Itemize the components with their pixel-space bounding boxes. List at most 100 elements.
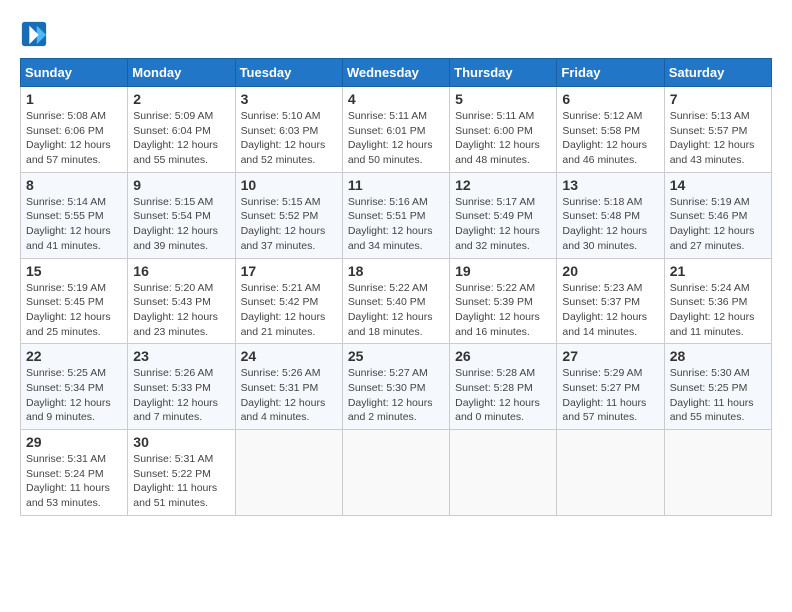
- day-info: Sunrise: 5:21 AMSunset: 5:42 PMDaylight:…: [241, 281, 337, 340]
- calendar-cell: 26 Sunrise: 5:28 AMSunset: 5:28 PMDaylig…: [450, 344, 557, 430]
- calendar-cell: 12 Sunrise: 5:17 AMSunset: 5:49 PMDaylig…: [450, 172, 557, 258]
- day-number: 15: [26, 263, 122, 279]
- page-header: [20, 20, 772, 48]
- calendar-cell: 29 Sunrise: 5:31 AMSunset: 5:24 PMDaylig…: [21, 430, 128, 516]
- day-info: Sunrise: 5:29 AMSunset: 5:27 PMDaylight:…: [562, 366, 658, 425]
- day-number: 26: [455, 348, 551, 364]
- day-info: Sunrise: 5:28 AMSunset: 5:28 PMDaylight:…: [455, 366, 551, 425]
- day-number: 4: [348, 91, 444, 107]
- calendar-cell: 30 Sunrise: 5:31 AMSunset: 5:22 PMDaylig…: [128, 430, 235, 516]
- day-number: 11: [348, 177, 444, 193]
- calendar-cell: 7 Sunrise: 5:13 AMSunset: 5:57 PMDayligh…: [664, 87, 771, 173]
- day-number: 3: [241, 91, 337, 107]
- weekday-header-friday: Friday: [557, 59, 664, 87]
- day-number: 2: [133, 91, 229, 107]
- logo-icon: [20, 20, 48, 48]
- day-number: 29: [26, 434, 122, 450]
- day-info: Sunrise: 5:26 AMSunset: 5:31 PMDaylight:…: [241, 366, 337, 425]
- calendar-cell: 19 Sunrise: 5:22 AMSunset: 5:39 PMDaylig…: [450, 258, 557, 344]
- calendar-cell: 4 Sunrise: 5:11 AMSunset: 6:01 PMDayligh…: [342, 87, 449, 173]
- calendar-cell: 6 Sunrise: 5:12 AMSunset: 5:58 PMDayligh…: [557, 87, 664, 173]
- day-number: 1: [26, 91, 122, 107]
- day-info: Sunrise: 5:09 AMSunset: 6:04 PMDaylight:…: [133, 109, 229, 168]
- calendar-cell: [450, 430, 557, 516]
- day-info: Sunrise: 5:26 AMSunset: 5:33 PMDaylight:…: [133, 366, 229, 425]
- day-info: Sunrise: 5:12 AMSunset: 5:58 PMDaylight:…: [562, 109, 658, 168]
- day-info: Sunrise: 5:18 AMSunset: 5:48 PMDaylight:…: [562, 195, 658, 254]
- day-number: 10: [241, 177, 337, 193]
- day-number: 5: [455, 91, 551, 107]
- calendar-cell: 25 Sunrise: 5:27 AMSunset: 5:30 PMDaylig…: [342, 344, 449, 430]
- calendar-cell: [557, 430, 664, 516]
- calendar-cell: 21 Sunrise: 5:24 AMSunset: 5:36 PMDaylig…: [664, 258, 771, 344]
- day-info: Sunrise: 5:17 AMSunset: 5:49 PMDaylight:…: [455, 195, 551, 254]
- calendar-cell: 10 Sunrise: 5:15 AMSunset: 5:52 PMDaylig…: [235, 172, 342, 258]
- calendar-cell: 22 Sunrise: 5:25 AMSunset: 5:34 PMDaylig…: [21, 344, 128, 430]
- calendar-cell: [342, 430, 449, 516]
- calendar-cell: 24 Sunrise: 5:26 AMSunset: 5:31 PMDaylig…: [235, 344, 342, 430]
- day-info: Sunrise: 5:20 AMSunset: 5:43 PMDaylight:…: [133, 281, 229, 340]
- weekday-header-tuesday: Tuesday: [235, 59, 342, 87]
- calendar-cell: 1 Sunrise: 5:08 AMSunset: 6:06 PMDayligh…: [21, 87, 128, 173]
- weekday-header-sunday: Sunday: [21, 59, 128, 87]
- calendar-cell: 27 Sunrise: 5:29 AMSunset: 5:27 PMDaylig…: [557, 344, 664, 430]
- day-info: Sunrise: 5:31 AMSunset: 5:22 PMDaylight:…: [133, 452, 229, 511]
- calendar-cell: 13 Sunrise: 5:18 AMSunset: 5:48 PMDaylig…: [557, 172, 664, 258]
- day-info: Sunrise: 5:13 AMSunset: 5:57 PMDaylight:…: [670, 109, 766, 168]
- weekday-header-wednesday: Wednesday: [342, 59, 449, 87]
- day-number: 12: [455, 177, 551, 193]
- day-info: Sunrise: 5:11 AMSunset: 6:00 PMDaylight:…: [455, 109, 551, 168]
- calendar-table: SundayMondayTuesdayWednesdayThursdayFrid…: [20, 58, 772, 516]
- calendar-cell: 15 Sunrise: 5:19 AMSunset: 5:45 PMDaylig…: [21, 258, 128, 344]
- day-info: Sunrise: 5:15 AMSunset: 5:54 PMDaylight:…: [133, 195, 229, 254]
- day-number: 14: [670, 177, 766, 193]
- calendar-week-5: 29 Sunrise: 5:31 AMSunset: 5:24 PMDaylig…: [21, 430, 772, 516]
- weekday-header-saturday: Saturday: [664, 59, 771, 87]
- day-info: Sunrise: 5:08 AMSunset: 6:06 PMDaylight:…: [26, 109, 122, 168]
- calendar-week-1: 1 Sunrise: 5:08 AMSunset: 6:06 PMDayligh…: [21, 87, 772, 173]
- day-number: 21: [670, 263, 766, 279]
- day-info: Sunrise: 5:22 AMSunset: 5:39 PMDaylight:…: [455, 281, 551, 340]
- day-number: 27: [562, 348, 658, 364]
- calendar-cell: 14 Sunrise: 5:19 AMSunset: 5:46 PMDaylig…: [664, 172, 771, 258]
- day-number: 7: [670, 91, 766, 107]
- day-info: Sunrise: 5:30 AMSunset: 5:25 PMDaylight:…: [670, 366, 766, 425]
- day-number: 20: [562, 263, 658, 279]
- calendar-cell: 9 Sunrise: 5:15 AMSunset: 5:54 PMDayligh…: [128, 172, 235, 258]
- day-info: Sunrise: 5:23 AMSunset: 5:37 PMDaylight:…: [562, 281, 658, 340]
- day-info: Sunrise: 5:16 AMSunset: 5:51 PMDaylight:…: [348, 195, 444, 254]
- day-number: 22: [26, 348, 122, 364]
- calendar-cell: [664, 430, 771, 516]
- day-info: Sunrise: 5:10 AMSunset: 6:03 PMDaylight:…: [241, 109, 337, 168]
- calendar-cell: 18 Sunrise: 5:22 AMSunset: 5:40 PMDaylig…: [342, 258, 449, 344]
- day-info: Sunrise: 5:25 AMSunset: 5:34 PMDaylight:…: [26, 366, 122, 425]
- day-number: 18: [348, 263, 444, 279]
- day-number: 19: [455, 263, 551, 279]
- day-info: Sunrise: 5:14 AMSunset: 5:55 PMDaylight:…: [26, 195, 122, 254]
- day-number: 17: [241, 263, 337, 279]
- calendar-cell: 2 Sunrise: 5:09 AMSunset: 6:04 PMDayligh…: [128, 87, 235, 173]
- day-number: 8: [26, 177, 122, 193]
- calendar-cell: 8 Sunrise: 5:14 AMSunset: 5:55 PMDayligh…: [21, 172, 128, 258]
- calendar-week-3: 15 Sunrise: 5:19 AMSunset: 5:45 PMDaylig…: [21, 258, 772, 344]
- day-info: Sunrise: 5:19 AMSunset: 5:45 PMDaylight:…: [26, 281, 122, 340]
- weekday-header-thursday: Thursday: [450, 59, 557, 87]
- day-info: Sunrise: 5:31 AMSunset: 5:24 PMDaylight:…: [26, 452, 122, 511]
- calendar-cell: 11 Sunrise: 5:16 AMSunset: 5:51 PMDaylig…: [342, 172, 449, 258]
- day-number: 6: [562, 91, 658, 107]
- day-number: 23: [133, 348, 229, 364]
- weekday-header-monday: Monday: [128, 59, 235, 87]
- calendar-cell: 3 Sunrise: 5:10 AMSunset: 6:03 PMDayligh…: [235, 87, 342, 173]
- day-info: Sunrise: 5:22 AMSunset: 5:40 PMDaylight:…: [348, 281, 444, 340]
- calendar-cell: 20 Sunrise: 5:23 AMSunset: 5:37 PMDaylig…: [557, 258, 664, 344]
- day-info: Sunrise: 5:27 AMSunset: 5:30 PMDaylight:…: [348, 366, 444, 425]
- calendar-cell: 17 Sunrise: 5:21 AMSunset: 5:42 PMDaylig…: [235, 258, 342, 344]
- logo: [20, 20, 50, 48]
- calendar-cell: 5 Sunrise: 5:11 AMSunset: 6:00 PMDayligh…: [450, 87, 557, 173]
- calendar-cell: 16 Sunrise: 5:20 AMSunset: 5:43 PMDaylig…: [128, 258, 235, 344]
- calendar-week-2: 8 Sunrise: 5:14 AMSunset: 5:55 PMDayligh…: [21, 172, 772, 258]
- day-number: 30: [133, 434, 229, 450]
- calendar-week-4: 22 Sunrise: 5:25 AMSunset: 5:34 PMDaylig…: [21, 344, 772, 430]
- calendar-cell: [235, 430, 342, 516]
- day-number: 25: [348, 348, 444, 364]
